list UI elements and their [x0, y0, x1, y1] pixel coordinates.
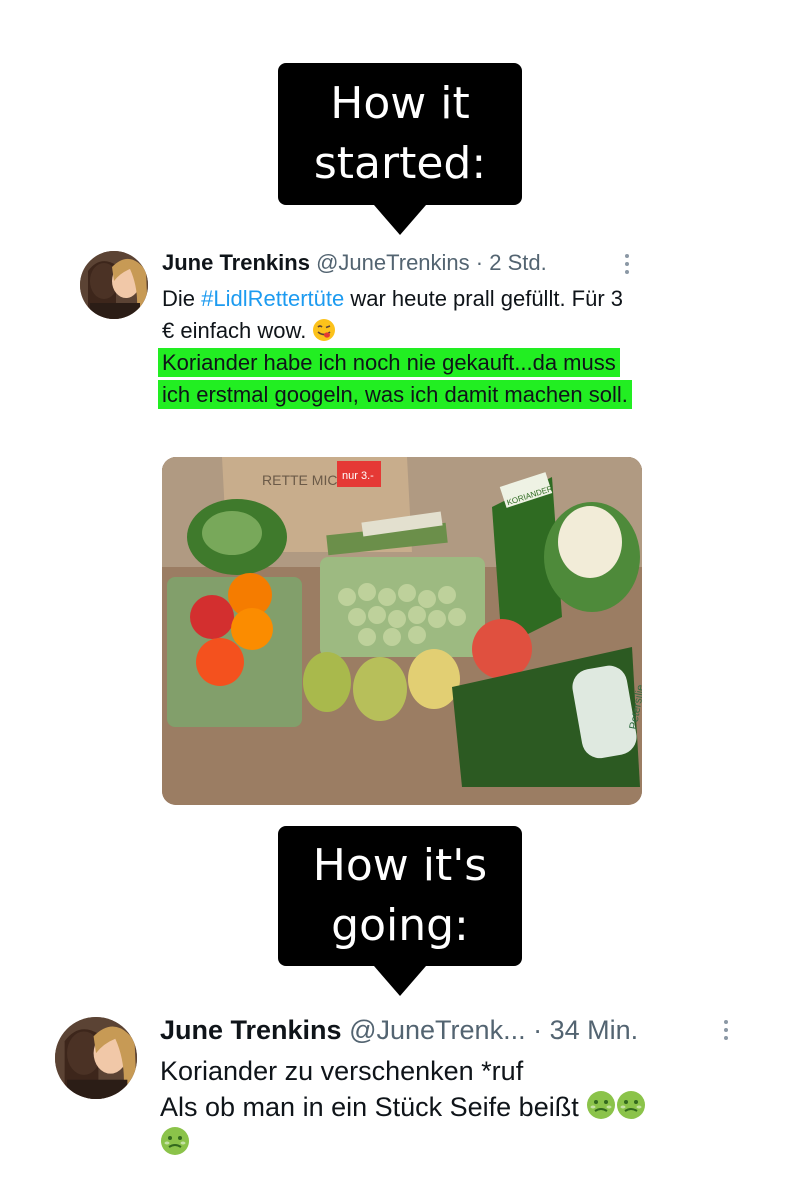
tweet-photo-groceries[interactable]: RETTE MICH nur 3.- KORIANDER Petersilie — [162, 457, 642, 805]
author-name[interactable]: June Trenkins — [162, 250, 310, 275]
avatar[interactable] — [55, 1017, 137, 1099]
timestamp[interactable]: 2 Std. — [489, 250, 546, 275]
bubble-line-2: started: — [313, 138, 487, 189]
tweet-line-1: Koriander zu verschenken *ruf — [160, 1056, 524, 1086]
nauseated-face-icon — [160, 1126, 190, 1156]
bubble-line-1: How it's — [312, 840, 488, 891]
tweet-text: Koriander zu verschenken *ruf Als ob man… — [160, 1053, 740, 1161]
bag-text: RETTE MICH — [262, 472, 348, 488]
face-savoring-food-icon — [312, 318, 336, 342]
more-options-icon[interactable] — [724, 1020, 730, 1040]
nauseated-face-icon — [586, 1090, 616, 1120]
timestamp[interactable]: 34 Min. — [550, 1015, 639, 1045]
tweet-text: Die #LidlRettertüte war heute prall gefü… — [158, 283, 632, 411]
tweet-header: June Trenkins @JuneTrenkins · 2 Std. — [162, 248, 547, 278]
tweet-line-2: Als ob man in ein Stück Seife beißt — [160, 1092, 579, 1122]
bubble-line-1: How it — [330, 78, 470, 129]
tweet-text-start: Die — [162, 286, 202, 311]
how-its-going-bubble: How it's going: — [278, 826, 522, 996]
avatar[interactable] — [80, 251, 148, 319]
hashtag-link[interactable]: #LidlRettertüte — [201, 286, 344, 311]
highlighted-text: Koriander habe ich noch nie gekauft...da… — [158, 348, 632, 409]
how-it-started-bubble: How it started: — [278, 63, 522, 235]
nauseated-face-icon — [616, 1090, 646, 1120]
separator-dot: · — [475, 250, 484, 275]
separator-dot: · — [533, 1015, 543, 1045]
tweet-header: June Trenkins @JuneTrenk... · 34 Min. — [160, 1012, 638, 1048]
author-handle[interactable]: @JuneTrenk... — [349, 1015, 525, 1045]
author-handle[interactable]: @JuneTrenkins — [316, 250, 470, 275]
price-tag: nur 3.- — [342, 470, 374, 482]
bubble-line-2: going: — [331, 900, 469, 951]
more-options-icon[interactable] — [625, 254, 631, 274]
author-name[interactable]: June Trenkins — [160, 1015, 342, 1045]
